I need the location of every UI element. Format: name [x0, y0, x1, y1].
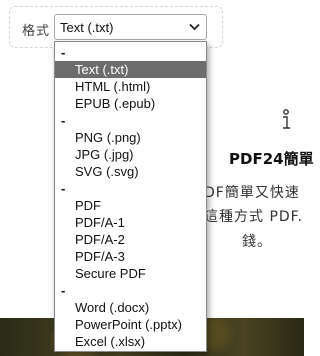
info-title: PDF24簡單: [229, 150, 314, 168]
format-option[interactable]: PowerPoint (.pptx): [55, 316, 206, 333]
format-option[interactable]: PDF: [55, 197, 206, 214]
info-line-2: 這種方式 PDF.: [204, 209, 303, 225]
option-separator: -: [61, 181, 66, 196]
format-select-value: Text (.txt): [60, 20, 114, 35]
info-line-1: DF簡單又快速: [204, 185, 300, 201]
format-dropdown-list[interactable]: - Text (.txt) HTML (.html) EPUB (.epub) - PNG…: [54, 41, 207, 352]
format-option[interactable]: Word (.docx): [55, 299, 206, 316]
format-option[interactable]: JPG (.jpg): [55, 146, 206, 163]
format-option[interactable]: PDF/A-3: [55, 248, 206, 265]
format-option[interactable]: SVG (.svg): [55, 163, 206, 180]
format-option[interactable]: Text (.txt): [55, 61, 206, 78]
format-option[interactable]: PDF/A-2: [55, 231, 206, 248]
format-option[interactable]: PDF/A-1: [55, 214, 206, 231]
format-select[interactable]: Text (.txt): [54, 14, 207, 40]
format-option[interactable]: PNG (.png): [55, 129, 206, 146]
option-separator: -: [61, 113, 66, 128]
option-separator: -: [61, 283, 66, 298]
format-label: 格式: [22, 24, 51, 39]
format-option[interactable]: Secure PDF: [55, 265, 206, 282]
info-icon: [283, 109, 290, 129]
chevron-down-icon: [189, 23, 200, 31]
format-option[interactable]: HTML (.html): [55, 78, 206, 95]
option-separator: -: [61, 45, 66, 60]
format-option[interactable]: Excel (.xlsx): [55, 333, 206, 350]
format-option[interactable]: EPUB (.epub): [55, 95, 206, 112]
info-line-3: 錢。: [242, 234, 272, 250]
